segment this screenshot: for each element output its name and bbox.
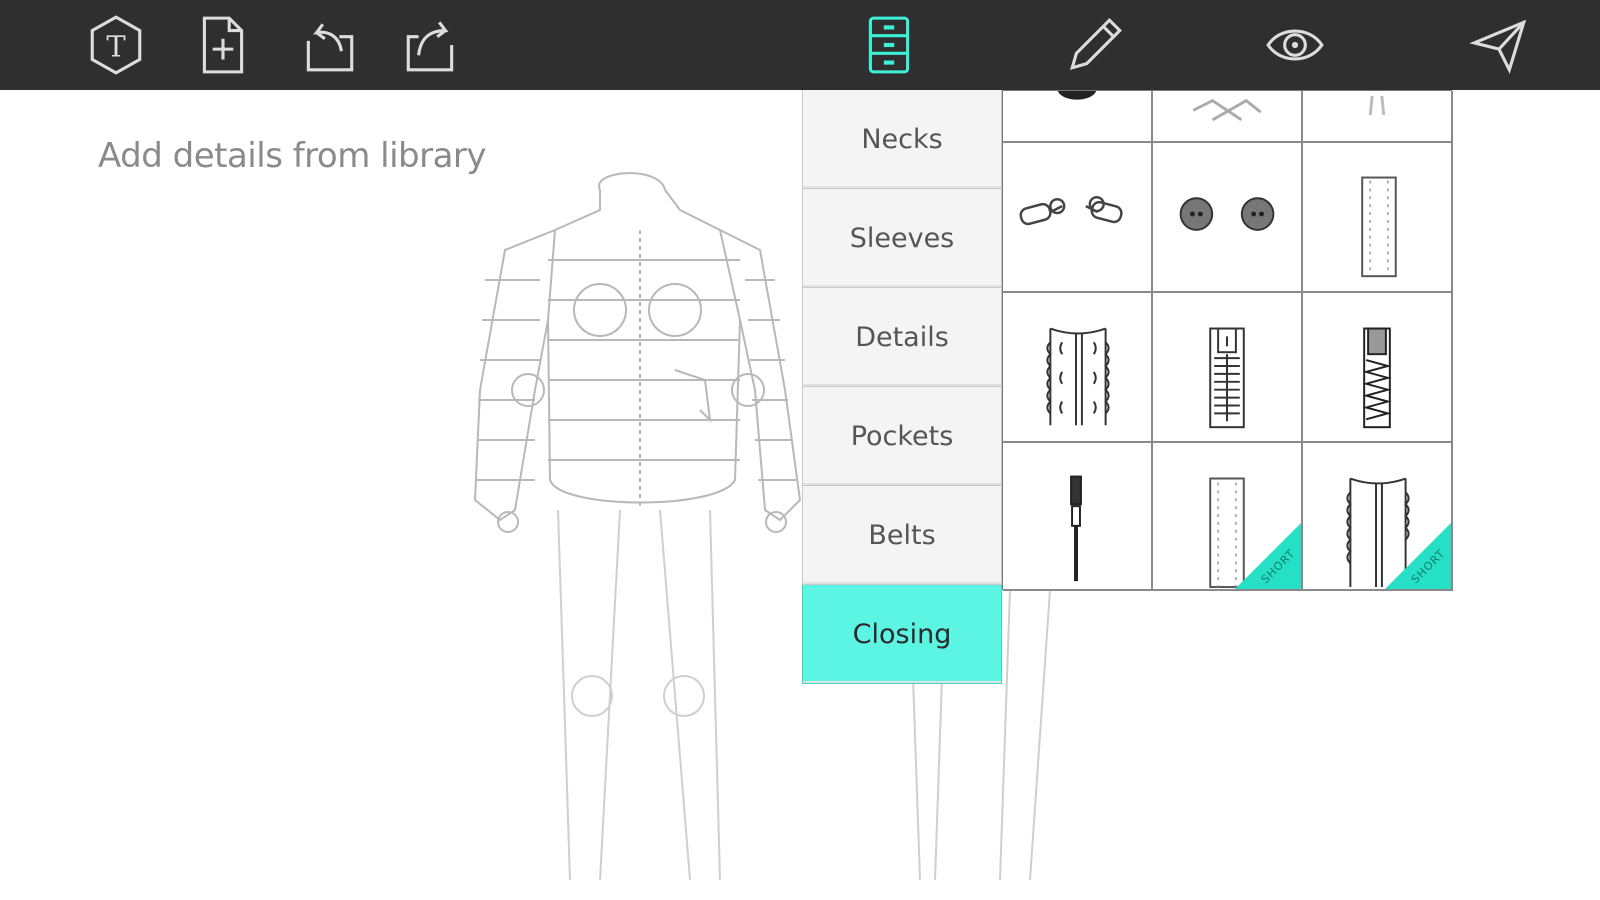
- zipper-pull-icon: [1070, 475, 1082, 582]
- category-details[interactable]: Details: [802, 288, 1002, 387]
- short-placket-item[interactable]: SHORT: [1153, 443, 1303, 591]
- category-label: Closing: [852, 618, 952, 650]
- new-file-icon: [202, 16, 244, 74]
- placket-icon: [1361, 176, 1397, 278]
- logo-button[interactable]: T: [83, 12, 149, 78]
- top-toolbar: T: [0, 0, 1600, 90]
- category-label: Necks: [861, 123, 943, 155]
- toothed-zipper-item[interactable]: [1153, 293, 1303, 443]
- toggle-closure-icon: [1019, 196, 1123, 226]
- category-label: Pockets: [850, 420, 954, 452]
- redo-button[interactable]: [398, 12, 464, 78]
- ruffled-zipper-item[interactable]: [1003, 293, 1153, 443]
- redo-icon: [406, 21, 454, 72]
- stitched-placket-item[interactable]: [1303, 143, 1453, 293]
- category-belts[interactable]: Belts: [802, 486, 1002, 585]
- undo-icon: [306, 23, 354, 72]
- toggle-closure-item[interactable]: [1003, 143, 1153, 293]
- closing-library-grid: SHORT SHORT: [1002, 90, 1453, 591]
- pencil-icon: [1070, 18, 1122, 70]
- hook-icon: [1368, 95, 1386, 116]
- coil-zipper-icon: [1362, 327, 1392, 429]
- short-ruffled-zipper-item[interactable]: SHORT: [1303, 443, 1453, 591]
- send-button[interactable]: [1466, 12, 1532, 78]
- logo-icon: T: [90, 15, 142, 75]
- eye-icon: [1266, 29, 1324, 61]
- coil-zipper-item[interactable]: [1303, 293, 1453, 443]
- button-pair-item[interactable]: [1153, 143, 1303, 293]
- category-label: Details: [855, 321, 949, 353]
- category-pockets[interactable]: Pockets: [802, 387, 1002, 486]
- send-icon: [1469, 19, 1527, 74]
- category-closing[interactable]: Closing: [802, 585, 1002, 684]
- pencil-button[interactable]: [1062, 12, 1128, 78]
- svg-text:T: T: [106, 29, 126, 63]
- cord-icon: [1192, 98, 1262, 122]
- closing-item-2[interactable]: [1153, 91, 1303, 143]
- new-file-button[interactable]: [190, 12, 256, 78]
- toothed-zipper-icon: [1209, 327, 1245, 429]
- category-sleeves[interactable]: Sleeves: [802, 189, 1002, 288]
- category-label: Belts: [868, 519, 936, 551]
- toggle-icon: [1057, 91, 1097, 100]
- preview-button[interactable]: [1262, 12, 1328, 78]
- category-label: Sleeves: [849, 222, 955, 254]
- closing-item-3[interactable]: [1303, 91, 1453, 143]
- library-button[interactable]: [856, 12, 922, 78]
- zipper-pull-item[interactable]: [1003, 443, 1153, 591]
- closing-item-1[interactable]: [1003, 91, 1153, 143]
- jacket-outline: [473, 172, 802, 533]
- button-pair-icon: [1179, 197, 1275, 231]
- undo-button[interactable]: [296, 12, 362, 78]
- category-list: Necks Sleeves Details Pockets Belts Clos…: [802, 90, 1002, 684]
- library-icon: [868, 16, 910, 74]
- ruffled-zipper-icon: [1046, 327, 1110, 426]
- category-necks[interactable]: Necks: [802, 90, 1002, 189]
